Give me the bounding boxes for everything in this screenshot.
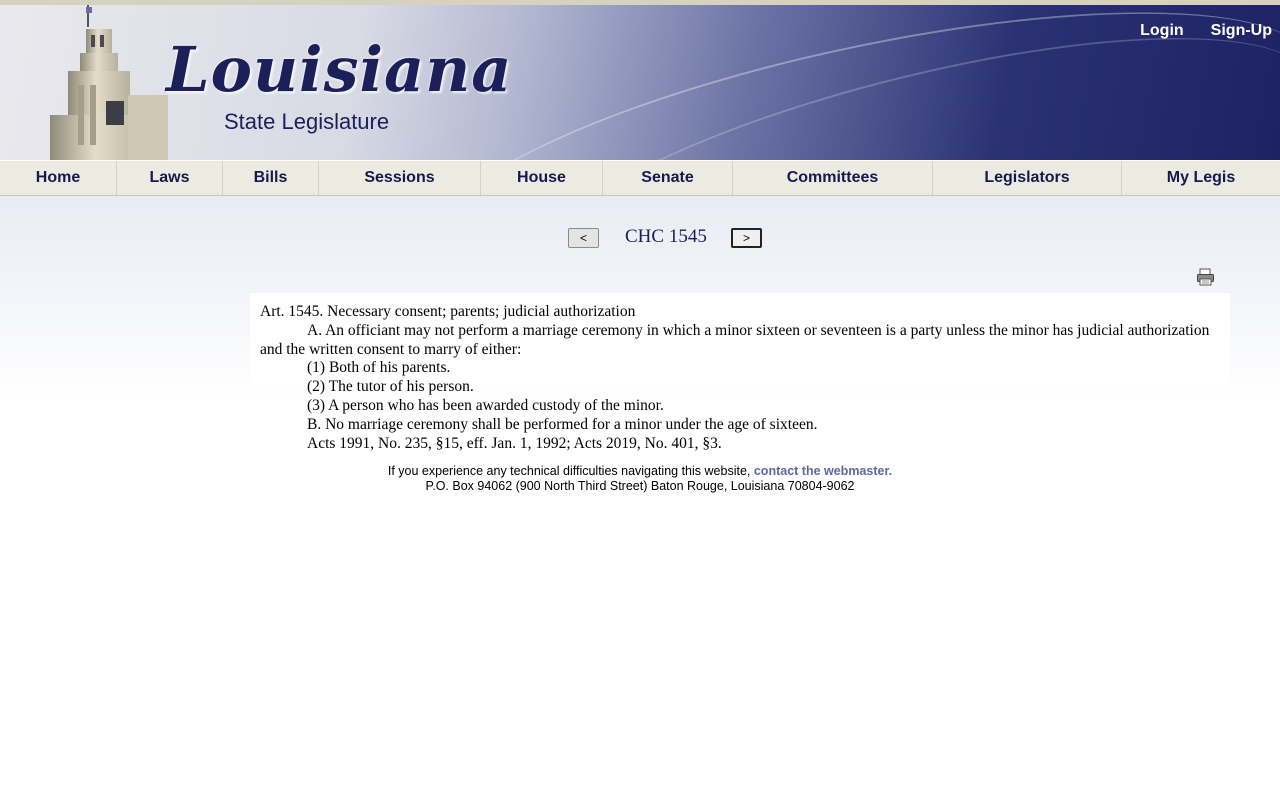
footer-support-text: If you experience any technical difficul…: [387, 464, 751, 478]
law-heading: Art. 1545. Necessary consent; parents; j…: [260, 303, 636, 320]
law-paragraph-a: A. An officiant may not perform a marria…: [260, 321, 1210, 358]
signup-link[interactable]: Sign-Up: [1211, 22, 1272, 40]
nav-item-laws[interactable]: Laws: [117, 161, 223, 195]
law-paragraph-b: B. No marriage ceremony shall be perform…: [307, 415, 818, 433]
law-history: Acts 1991, No. 235, §15, eff. Jan. 1, 19…: [307, 434, 722, 452]
nav-item-home[interactable]: Home: [0, 161, 117, 195]
nav-item-senate[interactable]: Senate: [603, 161, 733, 195]
capitol-building-image: [50, 5, 168, 160]
footer-support-line: If you experience any technical difficul…: [0, 464, 1280, 479]
nav-item-bills[interactable]: Bills: [223, 161, 319, 195]
nav-item-house[interactable]: House: [481, 161, 603, 195]
nav-item-committees[interactable]: Committees: [733, 161, 933, 195]
nav-item-sessions[interactable]: Sessions: [319, 161, 481, 195]
document-title: CHC 1545: [625, 226, 707, 247]
previous-button[interactable]: <: [568, 228, 599, 248]
printer-icon[interactable]: [1196, 268, 1215, 286]
site-header: Louisiana State Legislature Login Sign-U…: [0, 0, 1280, 160]
next-button[interactable]: >: [731, 228, 762, 248]
nav-item-legislators[interactable]: Legislators: [933, 161, 1122, 195]
auth-links: Login Sign-Up: [1140, 22, 1272, 40]
document-pager: < CHC 1545 >: [0, 226, 1280, 250]
footer-address: P.O. Box 94062 (900 North Third Street) …: [425, 479, 855, 493]
login-link[interactable]: Login: [1140, 22, 1184, 40]
site-footer: If you experience any technical difficul…: [0, 464, 1280, 494]
logo-title: Louisiana: [166, 33, 513, 106]
law-item-3: (3) A person who has been awarded custod…: [307, 396, 664, 414]
law-item-2: (2) The tutor of his person.: [307, 378, 474, 396]
law-item-1: (1) Both of his parents.: [307, 359, 451, 377]
law-text: Art. 1545. Necessary consent; parents; j…: [260, 303, 1220, 453]
contact-webmaster-link[interactable]: contact the webmaster.: [754, 464, 892, 478]
main-nav: Home Laws Bills Sessions House Senate Co…: [0, 160, 1280, 196]
nav-item-my-legis[interactable]: My Legis: [1122, 161, 1280, 195]
logo-subtitle: State Legislature: [224, 109, 390, 134]
